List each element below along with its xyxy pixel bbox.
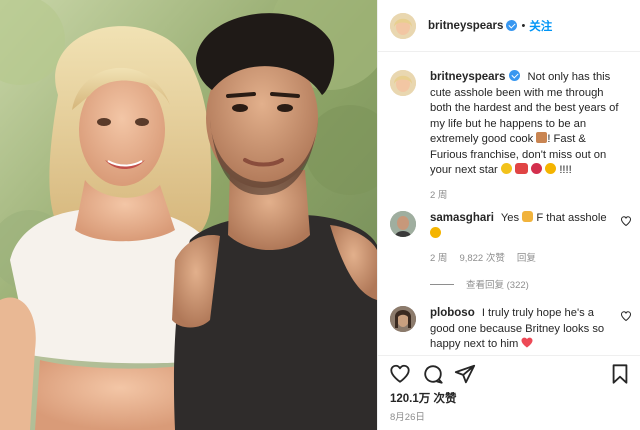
comments-list[interactable]: britneyspears Not only has this cute ass…: [378, 53, 640, 355]
verified-badge-icon: [506, 20, 518, 31]
view-replies-label: 查看回复 (322): [466, 280, 529, 291]
author-name-row: britneyspears • 关注: [428, 18, 552, 34]
cooking-pot-emoji-icon: [536, 132, 548, 143]
author-avatar-image: [390, 12, 416, 39]
sparkle-emoji-icon: [500, 163, 512, 174]
author-avatar[interactable]: [390, 12, 416, 39]
heart-icon[interactable]: [389, 363, 411, 385]
comment-text-part1: Yes: [500, 212, 520, 224]
caption-time: 2 周: [430, 189, 448, 201]
couple-photo: [0, 0, 377, 430]
bookmark-icon[interactable]: [609, 363, 631, 385]
comment-username[interactable]: samasghari: [430, 212, 494, 224]
red-heart-emoji-icon: [521, 337, 533, 348]
commenter-avatar-image: [390, 211, 416, 237]
comment-likes[interactable]: 9,822 次赞: [459, 251, 504, 267]
commenter-avatar[interactable]: [390, 211, 416, 237]
post-photo[interactable]: [0, 0, 377, 430]
comment-icon[interactable]: [422, 363, 444, 385]
caption-text-part3: !!!!: [559, 164, 572, 176]
post-header: britneyspears • 关注: [378, 0, 640, 52]
smile-emoji-icon: [545, 163, 557, 174]
commenter-avatar[interactable]: [390, 306, 416, 332]
reply-button[interactable]: 回复: [517, 251, 536, 267]
comment-body: ploboso I truly truly hope he's a good o…: [430, 306, 620, 353]
follow-button[interactable]: 关注: [529, 18, 552, 34]
share-icon[interactable]: [454, 363, 476, 385]
post-actions: 120.1万 次赞 8月26日: [378, 355, 640, 430]
caption-avatar-image: [390, 70, 416, 96]
thumbs-up-emoji-icon: [522, 211, 534, 222]
like-count[interactable]: 120.1万 次赞: [390, 390, 456, 406]
comment-username[interactable]: ploboso: [430, 307, 475, 319]
laughing-emoji-icon: [430, 226, 441, 238]
verified-badge-icon: [509, 70, 521, 81]
caption-body: britneyspears Not only has this cute ass…: [430, 70, 620, 203]
comment-text-part2: F that asshole: [536, 212, 607, 224]
post-date: 8月26日: [390, 412, 425, 423]
replies-divider-line: [430, 283, 454, 285]
post-side-panel: britneyspears • 关注 britneyspears Not onl…: [377, 0, 640, 430]
caption-username[interactable]: britneyspears: [430, 71, 505, 83]
caption-avatar[interactable]: [390, 70, 416, 96]
comment-meta: 2 周 9,822 次赞 回复: [430, 251, 620, 267]
race-car-emoji-icon: [515, 163, 528, 174]
instagram-post: britneyspears • 关注 britneyspears Not onl…: [0, 0, 640, 430]
author-username[interactable]: britneyspears: [428, 20, 503, 32]
view-replies-button[interactable]: 查看回复 (322): [430, 277, 529, 291]
comment-like-heart-icon[interactable]: [620, 215, 632, 227]
comment-time: 2 周: [430, 253, 448, 264]
caption-meta: 2 周: [430, 188, 620, 204]
commenter-avatar-image: [390, 306, 416, 332]
comment-like-heart-icon[interactable]: [620, 310, 632, 322]
dress-emoji-icon: [531, 163, 543, 174]
comment-body: samasghari Yes F that asshole 2 周 9,822 …: [430, 211, 620, 267]
separator-dot: •: [521, 19, 526, 32]
